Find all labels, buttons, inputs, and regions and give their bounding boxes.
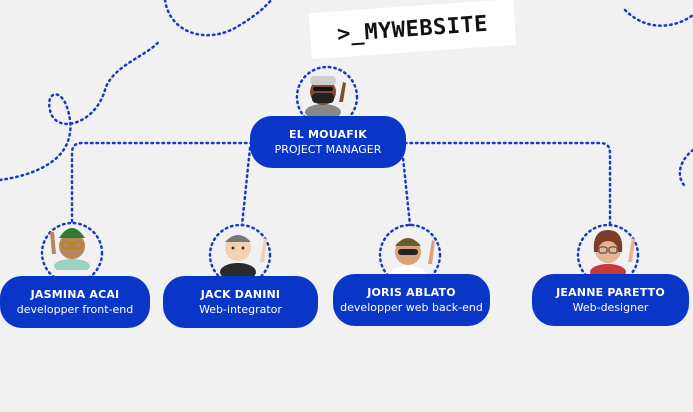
avatar-manager (305, 76, 346, 118)
avatar-jeanne (590, 230, 635, 276)
connector-right (403, 141, 612, 227)
doodle-loop-left (0, 38, 162, 182)
member-name: JORIS ABLATO (367, 286, 456, 299)
node-jack: JACK DANINI Web-integrator (163, 276, 318, 328)
doodle-right (678, 148, 693, 187)
avatar-jasmina (50, 228, 90, 270)
member-role: Web-designer (572, 301, 649, 314)
avatar-jack (220, 235, 267, 276)
doodle-top-right (623, 8, 693, 27)
logo-text: >_MYWEBSITE (336, 11, 489, 47)
node-jeanne: JEANNE PARETTO Web-designer (532, 274, 689, 326)
org-chart: >_MYWEBSITE EL MOUAFIK PROJECT MANAGER J… (0, 0, 693, 412)
member-name: JASMINA ACAI (30, 288, 120, 301)
member-name: JEANNE PARETTO (556, 286, 665, 299)
manager-name: EL MOUAFIK (289, 128, 367, 141)
connector-joris (400, 146, 412, 227)
member-role: developper front-end (16, 303, 134, 316)
member-role: developper web back-end (340, 301, 483, 314)
node-manager: EL MOUAFIK PROJECT MANAGER (250, 116, 406, 168)
connector-jack (240, 146, 252, 227)
avatar-joris (390, 238, 435, 278)
manager-role: PROJECT MANAGER (274, 143, 382, 156)
doodle-top (163, 0, 274, 37)
member-name: JACK DANINI (200, 288, 281, 301)
member-role: Web-integrator (199, 303, 282, 316)
connector-left (70, 141, 254, 227)
node-jasmina: JASMINA ACAI developper front-end (0, 276, 150, 328)
node-joris: JORIS ABLATO developper web back-end (333, 274, 490, 326)
